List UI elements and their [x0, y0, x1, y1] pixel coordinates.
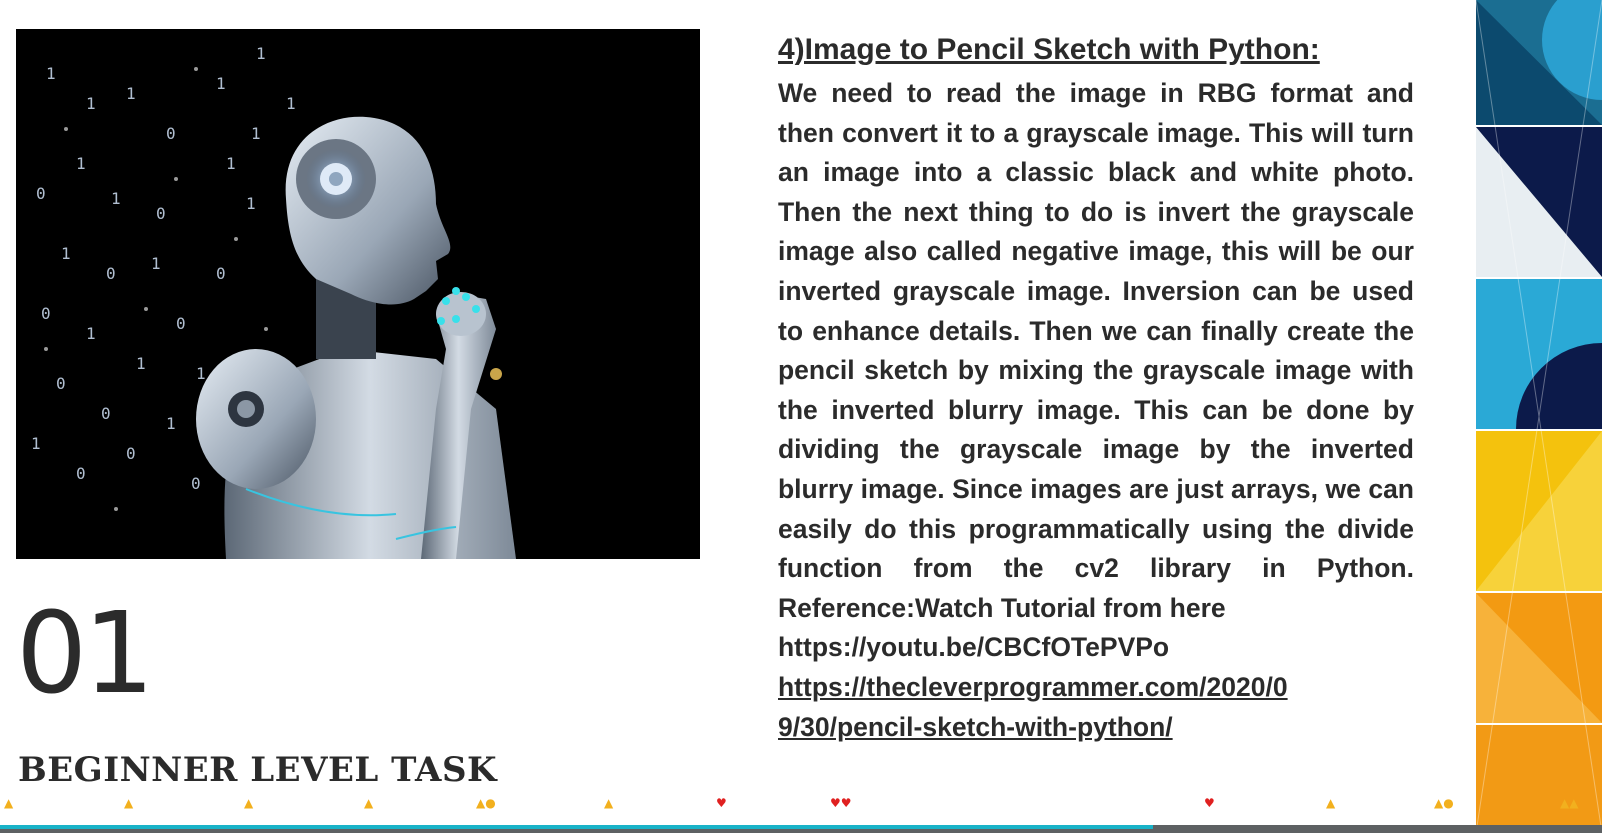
- decorative-tiles: [1476, 0, 1602, 833]
- svg-text:0: 0: [216, 264, 226, 283]
- svg-text:1: 1: [111, 189, 121, 208]
- svg-text:0: 0: [36, 184, 46, 203]
- svg-text:1: 1: [46, 64, 56, 83]
- slide-subtitle: BEGINNER LEVEL TASK: [18, 750, 498, 790]
- thumbs-up-icon: ▲●: [1434, 796, 1454, 810]
- svg-text:0: 0: [56, 374, 66, 393]
- svg-text:1: 1: [76, 154, 86, 173]
- tile-pattern: [1476, 0, 1602, 833]
- youtube-link[interactable]: https://youtu.be/CBCfOTePVPo: [778, 628, 1414, 668]
- thumbs-up-icon: ▲: [364, 796, 374, 810]
- thumbs-up-icon: ▲: [1326, 796, 1336, 810]
- heart-icon: ♥♥: [830, 796, 852, 810]
- reference-link-line-1[interactable]: https://thecleverprogrammer.com/2020/0: [778, 668, 1414, 708]
- heart-icon: ♥: [1204, 796, 1215, 810]
- svg-text:1: 1: [136, 354, 146, 373]
- svg-text:1: 1: [86, 94, 96, 113]
- svg-text:0: 0: [41, 304, 51, 323]
- svg-text:0: 0: [156, 204, 166, 223]
- svg-text:0: 0: [76, 464, 86, 483]
- svg-text:1: 1: [286, 94, 296, 113]
- svg-text:1: 1: [226, 154, 236, 173]
- svg-text:1: 1: [251, 124, 261, 143]
- svg-text:0: 0: [166, 124, 176, 143]
- svg-text:0: 0: [101, 404, 111, 423]
- slide-number: 01: [16, 589, 155, 719]
- thumbs-up-icon: ▲: [604, 796, 614, 810]
- svg-text:1: 1: [166, 414, 176, 433]
- svg-text:1: 1: [151, 254, 161, 273]
- svg-text:1: 1: [256, 44, 266, 63]
- thumbs-up-icon: ▲: [244, 796, 254, 810]
- svg-text:0: 0: [106, 264, 116, 283]
- thumbs-up-icon: ▲: [124, 796, 134, 810]
- thumbs-up-icon: ▲: [4, 796, 14, 810]
- svg-text:1: 1: [31, 434, 41, 453]
- svg-text:0: 0: [176, 314, 186, 333]
- svg-text:1: 1: [86, 324, 96, 343]
- progress-track[interactable]: [0, 825, 1602, 833]
- content-body: We need to read the image in RBG format …: [778, 78, 1414, 623]
- content-heading: 4)Image to Pencil Sketch with Python:: [778, 33, 1320, 66]
- reference-link-line-2[interactable]: 9/30/pencil-sketch-with-python/: [778, 708, 1414, 748]
- content-block: 4)Image to Pencil Sketch with Python: We…: [778, 30, 1414, 747]
- thumbs-up-icon: ▲●: [476, 796, 496, 810]
- svg-text:0: 0: [191, 474, 201, 493]
- svg-text:1: 1: [246, 194, 256, 213]
- svg-text:1: 1: [196, 364, 206, 383]
- svg-text:1: 1: [126, 84, 136, 103]
- heart-icon: ♥: [716, 796, 727, 810]
- svg-text:1: 1: [61, 244, 71, 263]
- reaction-row: ▲ ▲ ▲ ▲ ▲● ▲ ♥ ♥♥ ♥ ▲ ▲● ▲▲: [0, 796, 1602, 816]
- svg-text:0: 0: [126, 444, 136, 463]
- thumbs-up-icon: ▲▲: [1560, 796, 1579, 810]
- progress-fill: [0, 825, 1154, 829]
- robot-illustration: 111 010 101 111 101 010 100 100 001 111: [31, 44, 516, 559]
- svg-text:1: 1: [216, 74, 226, 93]
- robot-image: 111 010 101 111 101 010 100 100 001 111: [16, 29, 700, 559]
